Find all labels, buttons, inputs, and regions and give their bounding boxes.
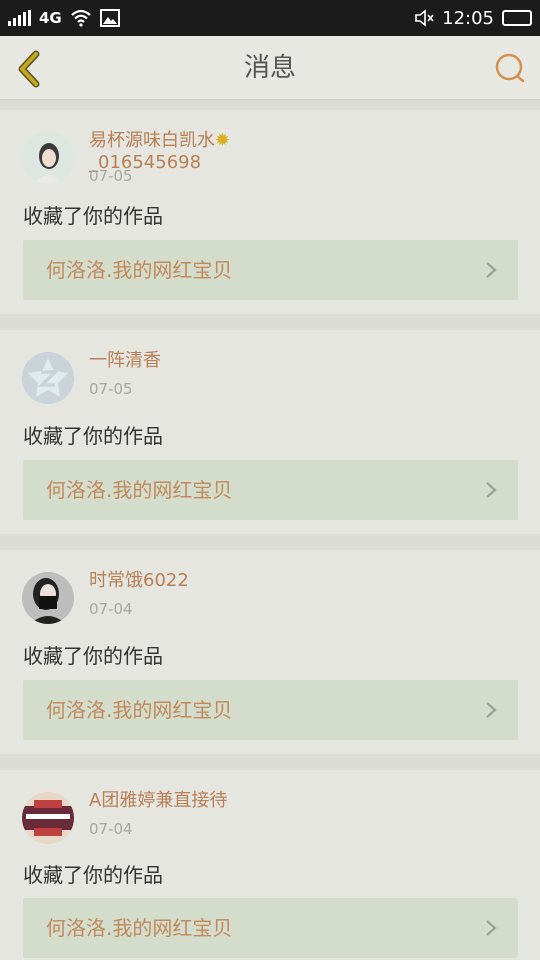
- action-text: 收藏了你的作品: [23, 204, 163, 228]
- avatar[interactable]: [22, 792, 74, 844]
- work-link[interactable]: 何洛洛.我的网红宝贝: [23, 460, 518, 520]
- status-left: 4G: [8, 9, 120, 27]
- mute-icon: [415, 9, 434, 27]
- page-title: 消息: [243, 53, 296, 83]
- action-text: 收藏了你的作品: [23, 644, 163, 668]
- action-text: 收藏了你的作品: [23, 863, 163, 887]
- message-card: 一阵清香 07-05 收藏了你的作品 何洛洛.我的网红宝贝: [0, 330, 540, 534]
- network-type: 4G: [39, 9, 62, 27]
- message-card: 易杯源味白凯水✹ _016545698 07-05 收藏了你的作品 何洛洛.我的…: [0, 110, 540, 314]
- work-title: 何洛洛.我的网红宝贝: [46, 258, 233, 282]
- image-notification-icon: [99, 9, 120, 27]
- clock: 12:05: [442, 7, 494, 29]
- avatar[interactable]: [22, 572, 74, 624]
- work-title: 何洛洛.我的网红宝贝: [46, 478, 233, 502]
- default-avatar-icon: [22, 352, 74, 404]
- message-date: 07-05: [89, 167, 133, 185]
- work-link[interactable]: 何洛洛.我的网红宝贝: [23, 680, 518, 740]
- message-card: 时常饿6022 07-04 收藏了你的作品 何洛洛.我的网红宝贝: [0, 550, 540, 754]
- avatar-image: [22, 792, 74, 844]
- chevron-right-icon: [486, 262, 497, 278]
- message-date: 07-04: [89, 600, 133, 618]
- chevron-right-icon: [486, 920, 497, 936]
- message-date: 07-05: [89, 380, 133, 398]
- action-text: 收藏了你的作品: [23, 424, 163, 448]
- message-date: 07-04: [89, 820, 133, 838]
- message-card: A团雅婷兼直接待 07-04 收藏了你的作品 何洛洛.我的网红宝贝: [0, 770, 540, 960]
- status-right: 12:05: [414, 8, 532, 29]
- username[interactable]: A团雅婷兼直接待: [89, 790, 289, 812]
- battery-icon: [502, 10, 532, 26]
- sun-badge-icon: ✹: [215, 130, 231, 151]
- work-title: 何洛洛.我的网红宝贝: [46, 698, 233, 722]
- work-link[interactable]: 何洛洛.我的网红宝贝: [23, 898, 518, 958]
- avatar[interactable]: [22, 132, 74, 184]
- work-title: 何洛洛.我的网红宝贝: [46, 916, 233, 940]
- work-link[interactable]: 何洛洛.我的网红宝贝: [23, 240, 518, 300]
- chevron-right-icon: [486, 482, 497, 498]
- wifi-icon: [71, 9, 91, 27]
- avatar-image: [22, 132, 74, 184]
- search-icon[interactable]: [494, 52, 526, 84]
- username[interactable]: 一阵清香: [89, 350, 289, 372]
- avatar-image: [22, 572, 74, 624]
- avatar[interactable]: [22, 352, 74, 404]
- header: 消息: [0, 36, 540, 100]
- chevron-right-icon: [486, 702, 497, 718]
- status-bar: 4G 12:05: [0, 0, 540, 36]
- signal-icon: [8, 10, 31, 26]
- username[interactable]: 时常饿6022: [89, 570, 289, 592]
